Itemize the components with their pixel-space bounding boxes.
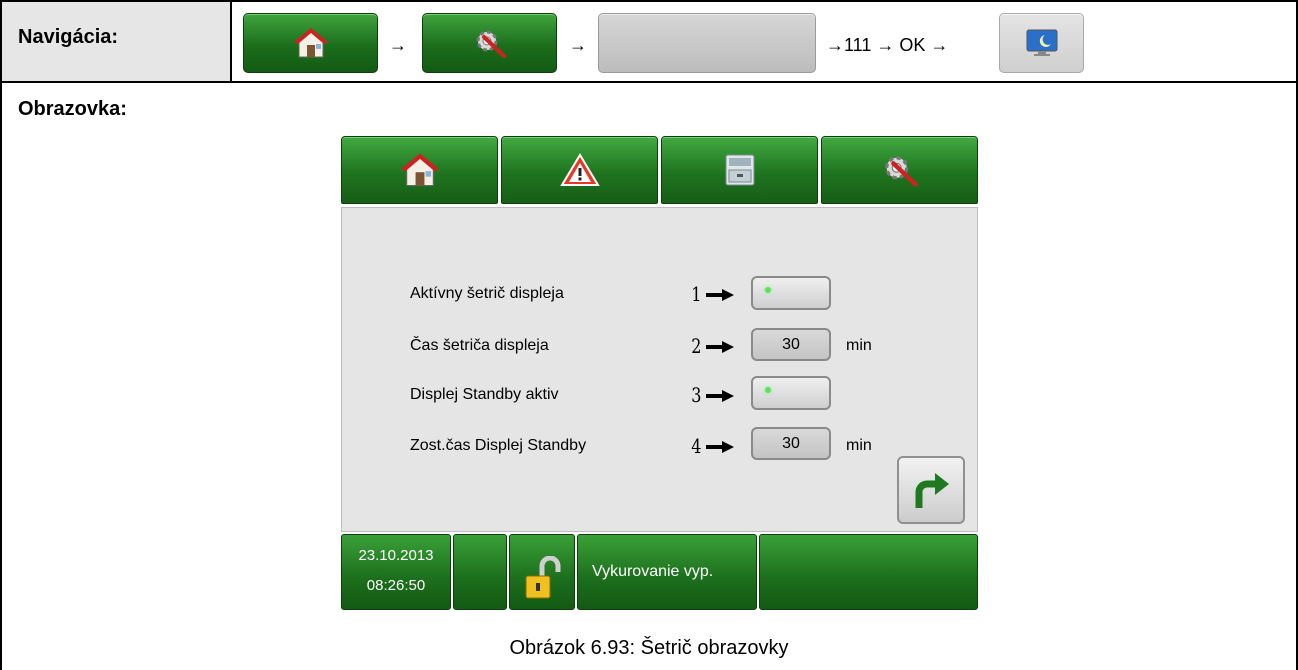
tab-archive[interactable] [661,136,818,204]
home-icon [400,153,439,187]
settings-gear-icon [884,156,918,187]
lock-button[interactable] [509,534,575,610]
standby-active-toggle[interactable] [751,376,831,410]
date-text: 23.10.2013 [358,547,434,564]
arrow-right-icon [706,441,734,453]
nav-path-text: →111 → OK → [826,35,949,55]
tab-home[interactable] [341,136,498,204]
warning-icon [559,153,600,186]
navigation-label-cell: Navigácia: [2,2,232,81]
row-number: 3 [691,383,702,407]
status-led [765,287,771,293]
row-label: Zost.čas Displej Standby [410,437,587,454]
time-text: 08:26:50 [366,577,426,594]
screensaver-active-toggle[interactable] [751,276,831,310]
nav-blank-button [598,13,816,73]
date-time-display: 23.10.2013 08:26:50 [341,534,451,610]
standby-remaining-field[interactable]: 30 [751,427,831,460]
nav-arrow: → [389,35,407,55]
row-label: Displej Standby aktiv [410,386,559,403]
heating-status-cell: Vykurovanie vyp. [577,534,757,610]
navigation-label: Navigácia: [18,26,119,48]
settings-panel: Aktívny šetrič displeja 1 Čas šetriča di… [341,207,978,532]
arrow-right-icon [706,341,734,353]
document-figure: Navigácia: → → →111 → OK → Obrazovka: Ak… [0,0,1298,670]
heating-status-text: Vykurovanie vyp. [592,563,714,580]
arrow-right-icon [706,390,734,402]
row-label: Čas šetriča displeja [410,337,549,354]
row-label: Aktívny šetrič displeja [410,285,564,302]
nav-arrow: → [569,35,587,55]
nav-settings-button [422,13,557,73]
status-blank-cell [453,534,507,610]
unit-label: min [846,337,872,354]
screensaver-time-field[interactable]: 30 [751,328,831,361]
tab-warnings[interactable] [501,136,658,204]
device-screen: Aktívny šetrič displeja 1 Čas šetriča di… [341,136,978,611]
row-number: 2 [691,334,702,358]
row-number: 4 [691,434,702,458]
next-button[interactable] [897,456,965,524]
settings-gear-icon [476,30,506,58]
figure-caption: Obrázok 6.93: Šetrič obrazovky [509,637,789,659]
archive-icon [725,154,754,186]
monitor-screensaver-icon [1026,29,1057,56]
unit-label: min [846,437,872,454]
screen-label: Obrazovka: [18,98,127,120]
tab-settings[interactable] [821,136,978,204]
turn-right-arrow-icon [915,473,949,508]
home-icon [293,28,328,58]
navigation-row: Navigácia: → → →111 → OK → [0,0,1298,83]
status-led [765,387,771,393]
status-blank-cell [759,534,978,610]
arrow-right-icon [706,289,734,301]
unlocked-padlock-icon [525,555,561,599]
nav-home-button [243,13,378,73]
nav-screensaver-button [999,13,1084,73]
row-number: 1 [691,282,702,306]
